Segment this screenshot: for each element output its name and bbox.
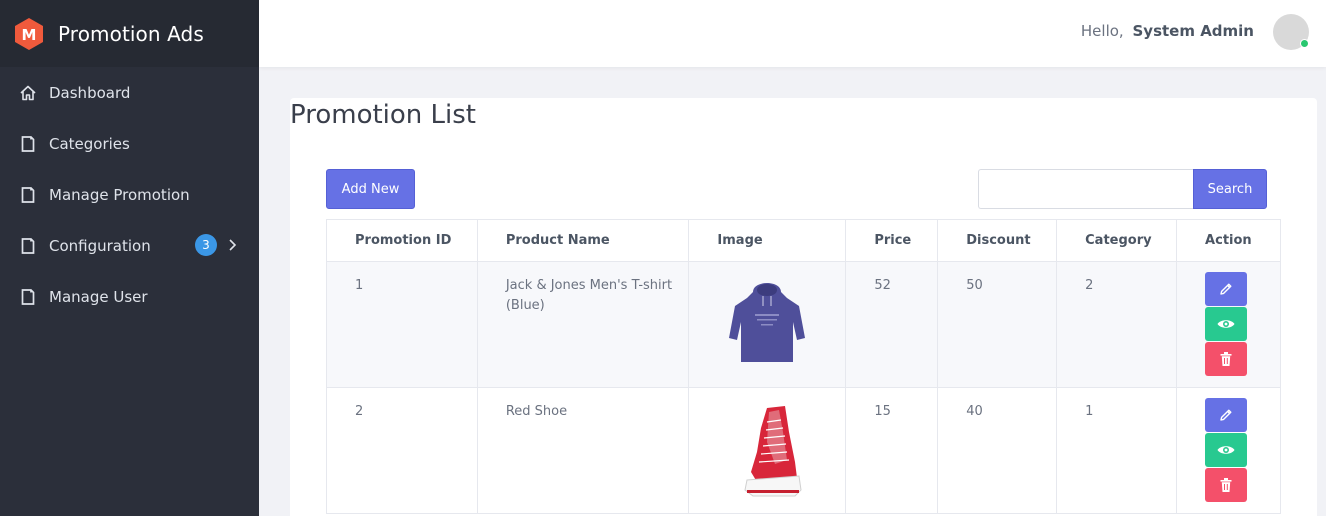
cell-price: 52 — [845, 261, 939, 388]
cell-actions — [1176, 387, 1281, 514]
column-header[interactable]: Image — [688, 219, 847, 262]
promotion-card: Promotion List Add New Search Promotion … — [290, 98, 1317, 516]
page-icon — [19, 237, 37, 255]
sidebar-item-label: Categories — [49, 134, 130, 153]
add-new-button[interactable]: Add New — [326, 169, 415, 209]
table-header-row: Promotion ID Product Name Image Price Di… — [326, 219, 1281, 262]
page-title: Promotion List — [290, 100, 476, 130]
sidebar-item-label: Manage Promotion — [49, 185, 190, 204]
search-input[interactable] — [978, 169, 1194, 209]
delete-button[interactable] — [1205, 342, 1248, 376]
pencil-icon — [1220, 409, 1232, 421]
cell-id: 1 — [326, 261, 478, 388]
edit-button[interactable] — [1205, 398, 1248, 432]
cell-actions — [1176, 261, 1281, 388]
promotion-table: Promotion ID Product Name Image Price Di… — [326, 219, 1281, 514]
eye-icon — [1217, 446, 1235, 454]
notification-badge: 3 — [195, 234, 217, 256]
app-name: Promotion Ads — [58, 21, 204, 46]
page-icon — [19, 186, 37, 204]
eye-icon — [1217, 320, 1235, 328]
delete-button[interactable] — [1205, 468, 1248, 502]
column-header[interactable]: Price — [845, 219, 939, 262]
page-icon — [19, 135, 37, 153]
table-row: 2 Red Shoe 15 40 1 — [326, 387, 1281, 514]
pencil-icon — [1220, 283, 1232, 295]
trash-icon — [1220, 352, 1232, 366]
table-row: 1 Jack & Jones Men's T-shirt (Blue) 52 5… — [326, 261, 1281, 388]
red-sneaker-image — [744, 406, 802, 497]
cell-image — [688, 387, 847, 514]
page-icon — [19, 288, 37, 306]
chevron-right-icon[interactable] — [228, 237, 238, 253]
greeting-text: Hello, — [1080, 22, 1124, 40]
cell-discount: 50 — [937, 261, 1058, 388]
cell-category: 1 — [1056, 387, 1178, 514]
svg-text:M: M — [22, 26, 37, 44]
user-name[interactable]: System Admin — [1132, 22, 1254, 40]
sidebar-nav: Dashboard Categories Manage Promotion Co… — [0, 67, 259, 322]
sidebar-item-label: Manage User — [49, 287, 148, 306]
cell-product-name: Red Shoe — [476, 387, 690, 514]
sidebar-item-label: Dashboard — [49, 83, 131, 102]
search-button[interactable]: Search — [1193, 169, 1267, 209]
brand[interactable]: M Promotion Ads — [0, 0, 259, 67]
home-icon — [19, 84, 37, 102]
logo-icon: M — [15, 17, 43, 50]
cell-discount: 40 — [937, 387, 1058, 514]
edit-button[interactable] — [1205, 272, 1248, 306]
view-button[interactable] — [1205, 433, 1248, 467]
column-header[interactable]: Category — [1056, 219, 1178, 262]
blue-hoodie-image — [729, 283, 806, 362]
sidebar-item-categories[interactable]: Categories — [0, 118, 259, 169]
sidebar-item-manage-promotion[interactable]: Manage Promotion — [0, 169, 259, 220]
cell-product-name: Jack & Jones Men's T-shirt (Blue) — [476, 261, 690, 388]
sidebar-item-configuration[interactable]: Configuration 3 — [0, 220, 259, 271]
trash-icon — [1220, 478, 1232, 492]
sidebar-item-dashboard[interactable]: Dashboard — [0, 67, 259, 118]
cell-category: 2 — [1056, 261, 1178, 388]
column-header[interactable]: Discount — [937, 219, 1058, 262]
cell-id: 2 — [326, 387, 478, 514]
column-header: Action — [1176, 219, 1281, 262]
topbar: Hello, System Admin — [259, 0, 1326, 67]
view-button[interactable] — [1205, 307, 1248, 341]
column-header[interactable]: Promotion ID — [326, 219, 478, 262]
column-header[interactable]: Product Name — [476, 219, 690, 262]
cell-image — [688, 261, 847, 388]
cell-price: 15 — [845, 387, 939, 514]
sidebar-item-manage-user[interactable]: Manage User — [0, 271, 259, 322]
sidebar: M Promotion Ads Dashboard Categories Man… — [0, 0, 259, 516]
sidebar-item-label: Configuration — [49, 236, 151, 255]
user-greeting: Hello, System Admin — [1081, 22, 1254, 40]
online-status-dot — [1300, 39, 1309, 48]
